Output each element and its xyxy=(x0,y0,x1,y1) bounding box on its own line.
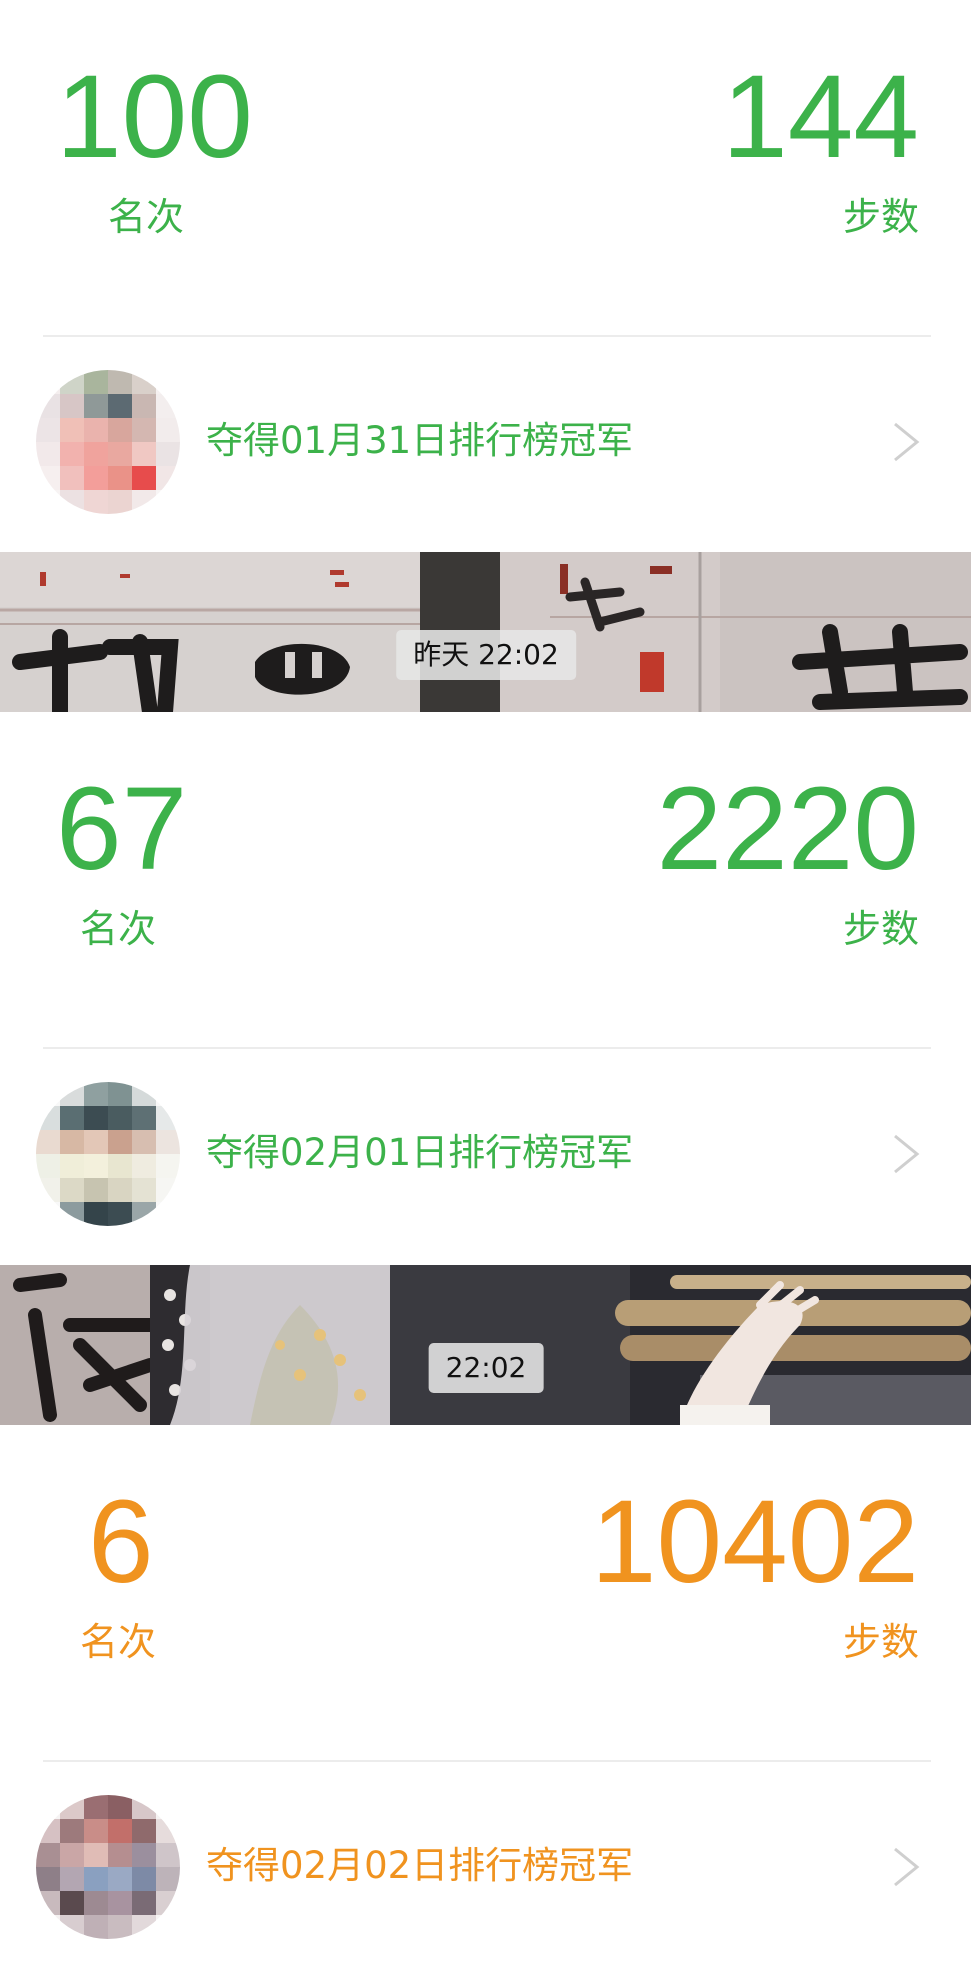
steps-label: 步数 xyxy=(842,1620,919,1664)
rank-value: 6 xyxy=(88,1476,154,1608)
champion-text: 夺得02月01日排行榜冠军 xyxy=(206,1131,634,1174)
champion-text: 夺得01月31日排行榜冠军 xyxy=(206,419,634,462)
steps-value: 10402 xyxy=(590,1476,919,1608)
rank-label: 名次 xyxy=(108,195,185,239)
rank-value: 100 xyxy=(56,51,253,183)
rank-value: 67 xyxy=(56,763,188,895)
chevron-right-icon xyxy=(894,1847,920,1887)
champion-row[interactable]: 夺得01月31日排行榜冠军 xyxy=(0,350,971,550)
chevron-right-icon xyxy=(894,422,920,462)
steps-value: 144 xyxy=(722,51,919,183)
photo-banner-2: 22:02 xyxy=(0,1265,971,1425)
timestamp-chip: 昨天 22:02 xyxy=(396,630,576,680)
ranking-card-1: 100 144 名次 步数 夺得01月31日排行榜冠军 xyxy=(0,0,971,552)
divider xyxy=(43,1047,931,1049)
divider xyxy=(43,1760,931,1762)
champion-row[interactable]: 夺得02月01日排行榜冠军 xyxy=(0,1062,971,1262)
rank-label: 名次 xyxy=(80,1620,157,1664)
ranking-card-3: 6 10402 名次 步数 夺得02月02日排行榜冠军 xyxy=(0,1425,971,1976)
avatar[interactable] xyxy=(36,1795,180,1939)
divider xyxy=(43,335,931,337)
timestamp-chip: 22:02 xyxy=(428,1343,544,1393)
photo-banner-1: 昨天 22:02 xyxy=(0,552,971,712)
steps-label: 步数 xyxy=(842,907,919,951)
steps-value: 2220 xyxy=(656,763,919,895)
rank-label: 名次 xyxy=(80,907,157,951)
champion-row[interactable]: 夺得02月02日排行榜冠军 xyxy=(0,1775,971,1975)
avatar[interactable] xyxy=(36,370,180,514)
werun-ranking-history: 100 144 名次 步数 夺得01月31日排行榜冠军 昨天 22:02 67 … xyxy=(0,0,971,1976)
champion-text: 夺得02月02日排行榜冠军 xyxy=(206,1844,634,1887)
chevron-right-icon xyxy=(894,1134,920,1174)
avatar[interactable] xyxy=(36,1082,180,1226)
ranking-card-2: 67 2220 名次 步数 夺得02月01日排行榜冠军 xyxy=(0,712,971,1265)
steps-label: 步数 xyxy=(842,195,919,239)
